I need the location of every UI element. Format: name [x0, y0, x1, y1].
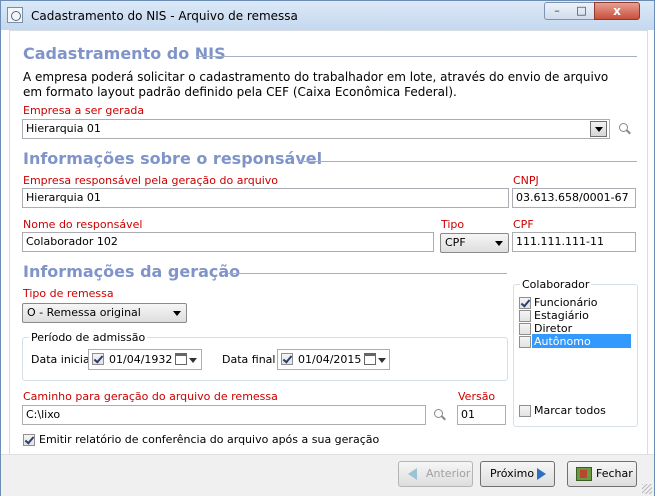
- emitir-relatorio-checkbox[interactable]: [23, 434, 35, 446]
- proximo-label: Próximo: [490, 467, 535, 480]
- empresa-gerada-dropdown-button[interactable]: [590, 121, 607, 137]
- dialog-window: Cadastramento do NIS - Arquivo de remess…: [0, 0, 655, 496]
- section-title-cadastramento: Cadastramento do NIS: [23, 44, 226, 63]
- empresa-gerada-label: Empresa a ser gerada: [23, 104, 145, 117]
- minimize-button[interactable]: –: [544, 2, 570, 20]
- chevron-down-icon[interactable]: [189, 358, 197, 363]
- data-inicial-label: Data inicial: [31, 353, 93, 366]
- arrow-left-icon: [408, 468, 417, 480]
- close-window-button[interactable]: x: [594, 2, 640, 20]
- fechar-button[interactable]: Fechar: [567, 461, 637, 487]
- cpf-label: CPF: [513, 218, 534, 231]
- colaborador-title: Colaborador: [520, 278, 592, 291]
- colaborador-label-estagiario[interactable]: Estagiário: [534, 309, 589, 322]
- emitir-relatorio-label[interactable]: Emitir relatório de conferência do arqui…: [39, 433, 379, 446]
- marcar-todos-checkbox[interactable]: [519, 405, 531, 417]
- empresa-gerada-value: Hierarquia 01: [26, 122, 101, 135]
- colaborador-checkbox-autonomo[interactable]: [519, 336, 531, 348]
- description-text: A empresa poderá solicitar o cadastramen…: [23, 70, 609, 99]
- arrow-right-icon: [537, 468, 546, 480]
- colaborador-checkbox-funcionario[interactable]: [519, 297, 531, 309]
- tipo-select[interactable]: CPF: [440, 233, 509, 253]
- anterior-button[interactable]: Anterior: [398, 461, 473, 487]
- calendar-icon[interactable]: [175, 353, 187, 365]
- section-divider: [227, 273, 507, 274]
- calendar-icon[interactable]: [364, 353, 376, 365]
- resize-grip[interactable]: [642, 484, 652, 494]
- exit-icon: [576, 467, 592, 481]
- proximo-button[interactable]: Próximo: [480, 461, 555, 487]
- data-inicial-checkbox[interactable]: [92, 353, 104, 365]
- nome-responsavel-value: Colaborador 102: [26, 235, 118, 248]
- empresa-responsavel-field[interactable]: Hierarquia 01: [22, 188, 509, 208]
- colaborador-checkbox-diretor[interactable]: [519, 323, 531, 335]
- tipo-value: CPF: [445, 236, 466, 249]
- section-title-geracao: Informações da geração: [23, 262, 241, 281]
- colaborador-checkbox-estagiario[interactable]: [519, 310, 531, 322]
- colaborador-label-autonomo[interactable]: Autônomo: [534, 335, 591, 348]
- data-final-label: Data final: [222, 353, 276, 366]
- chevron-down-icon: [173, 311, 181, 316]
- cnpj-value: 03.613.658/0001-67: [516, 191, 629, 204]
- section-divider: [197, 56, 637, 57]
- data-final-value: 01/04/2015: [298, 353, 362, 366]
- search-icon[interactable]: [433, 408, 447, 422]
- fechar-label: Fechar: [596, 467, 633, 480]
- window-title: Cadastramento do NIS - Arquivo de remess…: [31, 9, 298, 23]
- tipo-remessa-label: Tipo de remessa: [23, 287, 114, 300]
- tipo-remessa-select[interactable]: O - Remessa original: [22, 303, 187, 323]
- section-divider: [298, 161, 637, 162]
- versao-field[interactable]: 01: [457, 405, 506, 425]
- versao-value: 01: [461, 408, 475, 421]
- section-title-responsavel: Informações sobre o responsável: [23, 149, 323, 168]
- empresa-responsavel-value: Hierarquia 01: [26, 191, 101, 204]
- caminho-label: Caminho para geração do arquivo de remes…: [23, 390, 278, 403]
- cpf-value: 111.111.111-11: [516, 235, 604, 248]
- search-icon[interactable]: [618, 122, 632, 136]
- empresa-gerada-select[interactable]: Hierarquia 01: [22, 119, 610, 139]
- maximize-button[interactable]: □: [569, 2, 595, 20]
- nome-responsavel-label: Nome do responsável: [23, 218, 143, 231]
- caminho-value: C:\lixo: [26, 408, 61, 421]
- app-icon: [7, 7, 23, 23]
- marcar-todos-label[interactable]: Marcar todos: [534, 404, 606, 417]
- anterior-label: Anterior: [426, 467, 471, 480]
- nome-responsavel-field[interactable]: Colaborador 102: [22, 232, 434, 252]
- tipo-label: Tipo: [441, 218, 465, 231]
- title-bar[interactable]: Cadastramento do NIS - Arquivo de remess…: [1, 1, 654, 30]
- tipo-remessa-value: O - Remessa original: [27, 306, 141, 319]
- chevron-down-icon[interactable]: [378, 358, 386, 363]
- data-final-picker[interactable]: 01/04/2015: [277, 349, 390, 370]
- caminho-field[interactable]: C:\lixo: [22, 405, 426, 425]
- footer-bar: Anterior Próximo Fechar: [1, 454, 654, 496]
- versao-label: Versão: [458, 390, 496, 403]
- chevron-down-icon: [495, 241, 503, 246]
- periodo-admissao-title: Período de admissão: [29, 331, 148, 344]
- cnpj-label: CNPJ: [513, 174, 539, 187]
- empresa-responsavel-label: Empresa responsável pela geração do arqu…: [23, 174, 279, 187]
- data-inicial-value: 01/04/1932: [109, 353, 173, 366]
- cnpj-field[interactable]: 03.613.658/0001-67: [512, 188, 636, 208]
- data-final-checkbox[interactable]: [281, 353, 293, 365]
- colaborador-label-funcionario[interactable]: Funcionário: [534, 296, 598, 309]
- data-inicial-picker[interactable]: 01/04/1932: [88, 349, 202, 370]
- cpf-field[interactable]: 111.111.111-11: [512, 232, 636, 252]
